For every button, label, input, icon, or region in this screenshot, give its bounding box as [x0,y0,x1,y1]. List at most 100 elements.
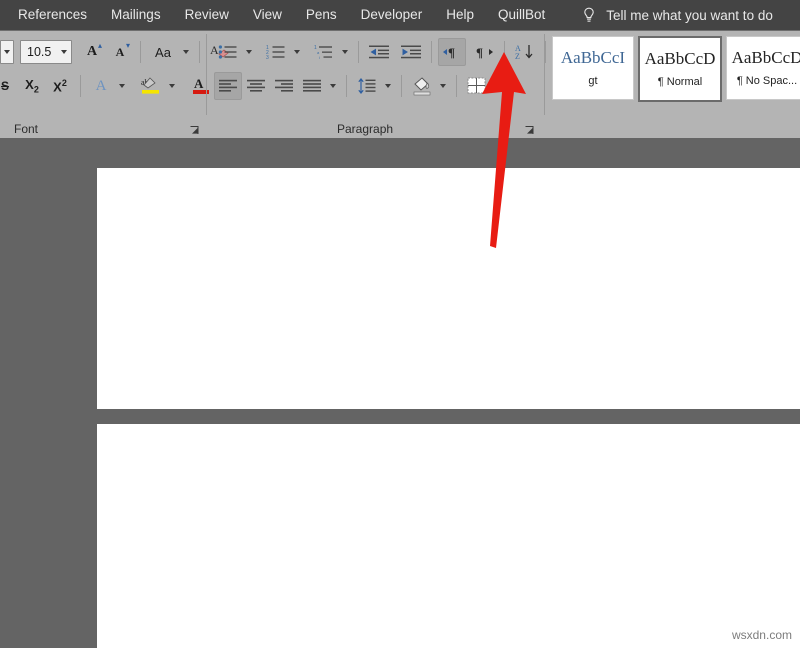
svg-text:¶: ¶ [448,45,455,60]
bullets-button[interactable] [214,38,242,66]
svg-text:¶: ¶ [476,45,483,60]
shading-chevron-down-icon[interactable] [436,73,450,99]
align-center-icon [246,79,265,92]
divider [401,75,402,97]
tab-mailings[interactable]: Mailings [99,0,173,30]
document-page-2[interactable] [97,424,800,648]
divider [346,75,347,97]
superscript-button[interactable]: X2 [46,72,74,100]
change-case-chevron-down-icon[interactable] [179,39,193,65]
left-to-right-icon: ¶ [442,45,455,60]
word-window: References Mailings Review View Pens Dev… [0,0,800,648]
rtl-text-direction-button[interactable]: ¶ [470,38,498,66]
justify-button[interactable] [298,72,326,100]
strikethrough-button[interactable]: S [0,72,14,100]
font-size-value: 10.5 [27,45,52,59]
multilevel-list-chevron-down-icon[interactable] [338,39,352,65]
line-spacing-icon [357,78,375,94]
text-effects-chevron-down-icon[interactable] [115,73,129,99]
font-name-combo[interactable] [0,40,14,64]
divider [199,41,200,63]
tab-view[interactable]: View [241,0,294,30]
numbering-button[interactable]: 1 2 3 [262,38,290,66]
tab-references[interactable]: References [6,0,99,30]
subscript-button[interactable]: X2 [18,72,46,100]
font-color-button[interactable]: A [187,72,215,100]
paragraph-dialog-launcher[interactable] [524,123,535,134]
tab-review[interactable]: Review [173,0,241,30]
divider [431,41,432,63]
style-label: ¶ No Spac... [736,75,798,87]
highlight-chevron-down-icon[interactable] [165,73,179,99]
grow-font-label: A [86,44,98,59]
style-label: gt [588,75,598,87]
paint-bucket-icon [413,77,431,96]
multilevel-list-icon: 1 a i [314,45,332,60]
document-canvas[interactable]: ¶ wsxdn.com [0,138,800,648]
text-effects-label: A [95,77,107,94]
font-color-icon: A [193,76,209,94]
tab-pens[interactable]: Pens [294,0,349,30]
style-card-no-spacing[interactable]: AaBbCcD ¶ No Spac... [726,36,800,100]
dialog-launcher-icon [190,126,199,134]
svg-text:i: i [319,55,320,60]
numbering-chevron-down-icon[interactable] [290,39,304,65]
change-case-label: Aa [155,44,171,60]
highlight-button[interactable]: ab [137,72,165,100]
document-page-1[interactable] [97,168,800,409]
borders-button[interactable] [463,72,491,100]
style-card-gt[interactable]: AaBbCcI gt [552,36,634,100]
shading-button[interactable] [408,72,436,100]
divider [456,75,457,97]
align-right-button[interactable] [270,72,298,100]
justify-chevron-down-icon[interactable] [326,73,340,99]
tab-developer[interactable]: Developer [349,0,435,30]
shrink-font-label: A [115,44,125,59]
font-dialog-launcher[interactable] [189,123,200,134]
increase-indent-icon [400,45,421,59]
chevron-down-icon[interactable] [1,42,13,62]
line-spacing-chevron-down-icon[interactable] [381,73,395,99]
increase-indent-button[interactable] [397,38,425,66]
sort-az-icon: A Z [515,44,532,61]
align-left-icon [218,79,237,92]
ltr-text-direction-button[interactable]: ¶ [438,38,466,66]
tell-me-search[interactable]: Tell me what you want to do [581,7,773,24]
line-spacing-button[interactable] [353,72,381,100]
style-preview: AaBbCcI [560,48,626,67]
bullets-chevron-down-icon[interactable] [242,39,256,65]
tab-help[interactable]: Help [434,0,486,30]
justify-icon [302,79,321,92]
divider [504,41,505,63]
grow-font-button[interactable]: A ▴ [78,38,106,66]
align-right-icon [274,79,293,92]
style-label: ¶ Normal [657,76,703,88]
style-card-normal[interactable]: AaBbCcD ¶ Normal [638,36,722,102]
tab-quillbot[interactable]: QuillBot [486,0,557,30]
chevron-down-icon[interactable] [57,42,71,62]
watermark: wsxdn.com [731,628,792,642]
right-to-left-icon: ¶ [476,45,493,60]
change-case-button[interactable]: Aa [147,38,179,66]
multilevel-list-button[interactable]: 1 a i [310,38,338,66]
align-left-button[interactable] [214,72,242,100]
font-group-row-1: 10.5 A ▴ A ▾ Aa A [0,37,234,67]
borders-chevron-down-icon[interactable] [491,73,505,99]
font-group-label: Font [14,122,39,136]
text-effects-button[interactable]: A [87,72,115,100]
font-size-combo[interactable]: 10.5 [20,40,72,64]
style-preview: AaBbCcD [644,49,716,68]
shrink-font-button[interactable]: A ▾ [106,38,134,66]
strikethrough-label: S [1,79,10,93]
decrease-indent-button[interactable] [365,38,393,66]
paragraph-group-label: Paragraph [337,122,394,136]
divider [140,41,141,63]
align-center-button[interactable] [242,72,270,100]
lightbulb-icon [584,7,595,22]
styles-gallery: AaBbCcI gt AaBbCcD ¶ Normal AaBbCcD ¶ No… [552,36,800,102]
decrease-indent-icon [368,45,389,59]
sort-button[interactable]: A Z [511,38,539,66]
style-preview: AaBbCcD [731,48,800,67]
svg-text:3: 3 [266,55,269,60]
tell-me-label: Tell me what you want to do [606,7,773,23]
